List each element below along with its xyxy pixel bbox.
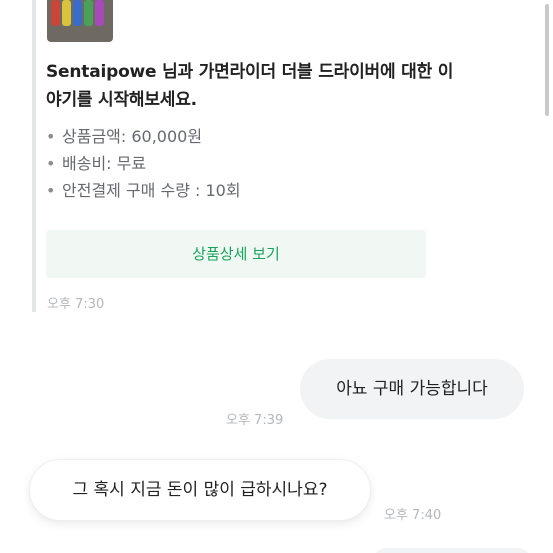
- incoming-message-bubble[interactable]: 그 혹시 지금 돈이 많이 급하시나요?: [30, 460, 370, 520]
- product-photo-icon[interactable]: [47, 0, 113, 42]
- thumbnail-toy: [84, 0, 93, 26]
- thumbnail-toy: [51, 0, 60, 26]
- thumbnail-toy: [73, 0, 82, 26]
- thumbnail-toy: [62, 0, 71, 26]
- detail-shipping-text: 배송비: 무료: [62, 154, 147, 173]
- detail-shipping: • 배송비: 무료: [46, 154, 241, 181]
- chat-screen: Sentaipowe 님과 가면라이더 더블 드라이버에 대한 이야기를 시작해…: [0, 0, 553, 553]
- outgoing-message-timestamp: 오후 7:39: [226, 413, 284, 428]
- detail-safe-payment-count: • 안전결제 구매 수량 : 10회: [46, 181, 241, 208]
- incoming-message-timestamp: 오후 7:40: [384, 508, 442, 523]
- system-card-title: Sentaipowe 님과 가면라이더 더블 드라이버에 대한 이야기를 시작해…: [46, 62, 454, 110]
- bullet-icon: •: [46, 127, 56, 146]
- outgoing-message-bubble-partial[interactable]: [372, 548, 532, 553]
- detail-price-text: 상품금액: 60,000원: [62, 127, 203, 146]
- system-card-timestamp: 오후 7:30: [47, 297, 105, 312]
- system-card-accent-bar: [32, 0, 36, 312]
- bullet-icon: •: [46, 154, 56, 173]
- thumbnail-toy: [95, 0, 104, 26]
- outgoing-message-bubble[interactable]: 아뇨 구매 가능합니다: [300, 359, 524, 419]
- view-product-detail-button[interactable]: 상품상세 보기: [46, 230, 426, 278]
- bullet-icon: •: [46, 181, 56, 200]
- product-detail-list: • 상품금액: 60,000원 • 배송비: 무료 • 안전결제 구매 수량 : 10…: [46, 127, 241, 208]
- detail-safe-payment-count-text: 안전결제 구매 수량 : 10회: [62, 181, 241, 200]
- detail-price: • 상품금액: 60,000원: [46, 127, 241, 154]
- scrollbar-thumb[interactable]: [545, 4, 549, 116]
